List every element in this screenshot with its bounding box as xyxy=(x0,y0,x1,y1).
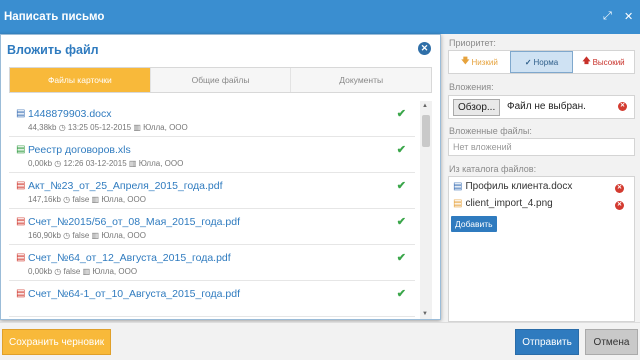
tabs: Файлы карточки Общие файлы Документы xyxy=(9,67,432,93)
window-titlebar: Написать письмо ⤢ ✕ xyxy=(0,0,640,34)
file-row[interactable]: ▤ Счет_№2015/56_от_08_Мая_2015_года.pdf … xyxy=(9,209,415,245)
file-row[interactable]: ▤ Акт_№23_от_25_Апреля_2015_года.pdf 147… xyxy=(9,173,415,209)
browse-button[interactable]: Обзор... xyxy=(453,99,501,116)
file-name[interactable]: Счет_№64_от_12_Августа_2015_года.pdf xyxy=(28,252,231,264)
file-meta: 0,00kb ◷ 12:26 03-12-2015 ▥ Юлла, ООО xyxy=(28,159,184,168)
file-upload-field: Обзор... Файл не выбран. ✕ xyxy=(448,95,635,119)
file-status: Файл не выбран. xyxy=(507,101,586,112)
scroll-up-icon[interactable]: ▲ xyxy=(422,103,428,109)
attachments-label: Вложения: xyxy=(449,82,494,92)
pdf-file-icon: ▤ xyxy=(16,288,26,299)
file-row[interactable]: ▤ Реестр договоров.xls 0,00kb ◷ 12:26 03… xyxy=(9,137,415,173)
building-icon: ▥ xyxy=(91,195,100,204)
check-icon: ✔ xyxy=(396,108,406,120)
file-name[interactable]: 1448879903.docx xyxy=(28,108,112,120)
tab-card-files[interactable]: Файлы карточки xyxy=(10,68,151,92)
save-draft-button[interactable]: Сохранить черновик xyxy=(2,329,112,355)
priority-normal-button[interactable]: ✓ Норма xyxy=(510,51,573,73)
arrow-up-icon: 🡅 xyxy=(582,56,591,65)
file-list: ▤ 1448879903.docx 44,38kb ◷ 13:25 05-12-… xyxy=(9,101,415,319)
attached-files-field: Нет вложений xyxy=(448,138,635,156)
xls-file-icon: ▤ xyxy=(16,144,26,155)
clock-icon: ◷ xyxy=(63,195,71,204)
catalog-item[interactable]: ▤ Профиль клиента.docx xyxy=(453,181,572,192)
pdf-file-icon: ▤ xyxy=(16,180,26,191)
file-row[interactable]: ▤ Счет_№64-1_от_10_Августа_2015_года.pdf… xyxy=(9,281,415,317)
tab-documents[interactable]: Документы xyxy=(291,68,431,92)
file-meta: 160,90kb ◷ false ▥ Юлла, ООО xyxy=(28,231,146,240)
catalog-label: Из каталога файлов: xyxy=(449,164,537,174)
file-row[interactable]: ▤ 1448879903.docx 44,38kb ◷ 13:25 05-12-… xyxy=(9,101,415,137)
dialog-footer: Сохранить черновик Отправить Отмена xyxy=(0,322,640,360)
check-icon: ✔ xyxy=(396,216,406,228)
file-meta: 0,00kb ◷ false ▥ Юлла, ООО xyxy=(28,267,138,276)
send-button[interactable]: Отправить xyxy=(515,329,579,355)
building-icon: ▥ xyxy=(133,123,141,132)
attach-file-panel: Вложить файл ✕ Файлы карточки Общие файл… xyxy=(0,34,441,320)
check-icon: ✓ xyxy=(524,57,532,67)
scrollbar-thumb[interactable] xyxy=(422,115,430,147)
building-icon: ▥ xyxy=(128,159,137,168)
check-icon: ✔ xyxy=(396,180,406,192)
file-row[interactable]: ▤ Счет_№64_от_12_Августа_2015_года.pdf 0… xyxy=(9,245,415,281)
check-icon: ✔ xyxy=(396,252,406,264)
file-meta: 44,38kb ◷ 13:25 05-12-2015 ▥ Юлла, ООО xyxy=(28,123,188,132)
doc-file-icon: ▤ xyxy=(453,181,463,192)
clock-icon: ◷ xyxy=(63,231,71,240)
file-name[interactable]: Акт_№23_от_25_Апреля_2015_года.pdf xyxy=(28,180,222,192)
pdf-file-icon: ▤ xyxy=(16,216,26,227)
file-name[interactable]: Счет_№2015/56_от_08_Мая_2015_года.pdf xyxy=(28,216,240,228)
attached-files-label: Вложенные файлы: xyxy=(449,126,532,136)
file-list-scrollbar[interactable]: ▲ ▼ xyxy=(420,101,432,319)
building-icon: ▥ xyxy=(82,267,91,276)
clock-icon: ◷ xyxy=(54,267,62,276)
add-button[interactable]: Добавить xyxy=(451,216,497,232)
tab-shared-files[interactable]: Общие файлы xyxy=(151,68,292,92)
building-icon: ▥ xyxy=(91,231,100,240)
catalog-item[interactable]: ▤ client_import_4.png xyxy=(453,198,553,209)
remove-icon[interactable]: ✕ xyxy=(615,184,624,193)
catalog-files-box: ▤ Профиль клиента.docx ✕ ▤ client_import_4… xyxy=(448,176,635,322)
clock-icon: ◷ xyxy=(54,159,62,168)
remove-icon[interactable]: ✕ xyxy=(615,201,624,210)
panel-close-icon[interactable]: ✕ xyxy=(418,42,431,55)
priority-low-button[interactable]: 🡇 Низкий xyxy=(449,51,510,73)
file-meta: 147,16kb ◷ false ▥ Юлла, ООО xyxy=(28,195,146,204)
file-name[interactable]: Счет_№64-1_от_10_Августа_2015_года.pdf xyxy=(28,288,240,300)
remove-icon[interactable]: ✕ xyxy=(618,102,627,111)
arrow-down-icon: 🡇 xyxy=(461,56,470,65)
check-icon: ✔ xyxy=(396,144,406,156)
priority-high-button[interactable]: 🡅 Высокий xyxy=(573,51,634,73)
scroll-down-icon[interactable]: ▼ xyxy=(422,311,428,317)
check-icon: ✔ xyxy=(396,288,406,300)
window-title: Написать письмо xyxy=(4,11,105,23)
priority-label: Приоритет: xyxy=(449,38,496,48)
doc-file-icon: ▤ xyxy=(16,108,26,119)
file-name[interactable]: Реестр договоров.xls xyxy=(28,144,131,156)
clock-icon: ◷ xyxy=(58,123,66,132)
close-icon[interactable]: ✕ xyxy=(624,10,633,23)
mail-options-panel: Приоритет: 🡇 Низкий ✓ Норма 🡅 Высокий Вложе… xyxy=(446,34,640,322)
expand-icon[interactable]: ⤢ xyxy=(603,10,612,23)
image-file-icon: ▤ xyxy=(453,198,463,209)
panel-title: Вложить файл xyxy=(7,43,99,57)
cancel-button[interactable]: Отмена xyxy=(585,329,638,355)
priority-selector: 🡇 Низкий ✓ Норма 🡅 Высокий xyxy=(448,50,635,74)
pdf-file-icon: ▤ xyxy=(16,252,26,263)
